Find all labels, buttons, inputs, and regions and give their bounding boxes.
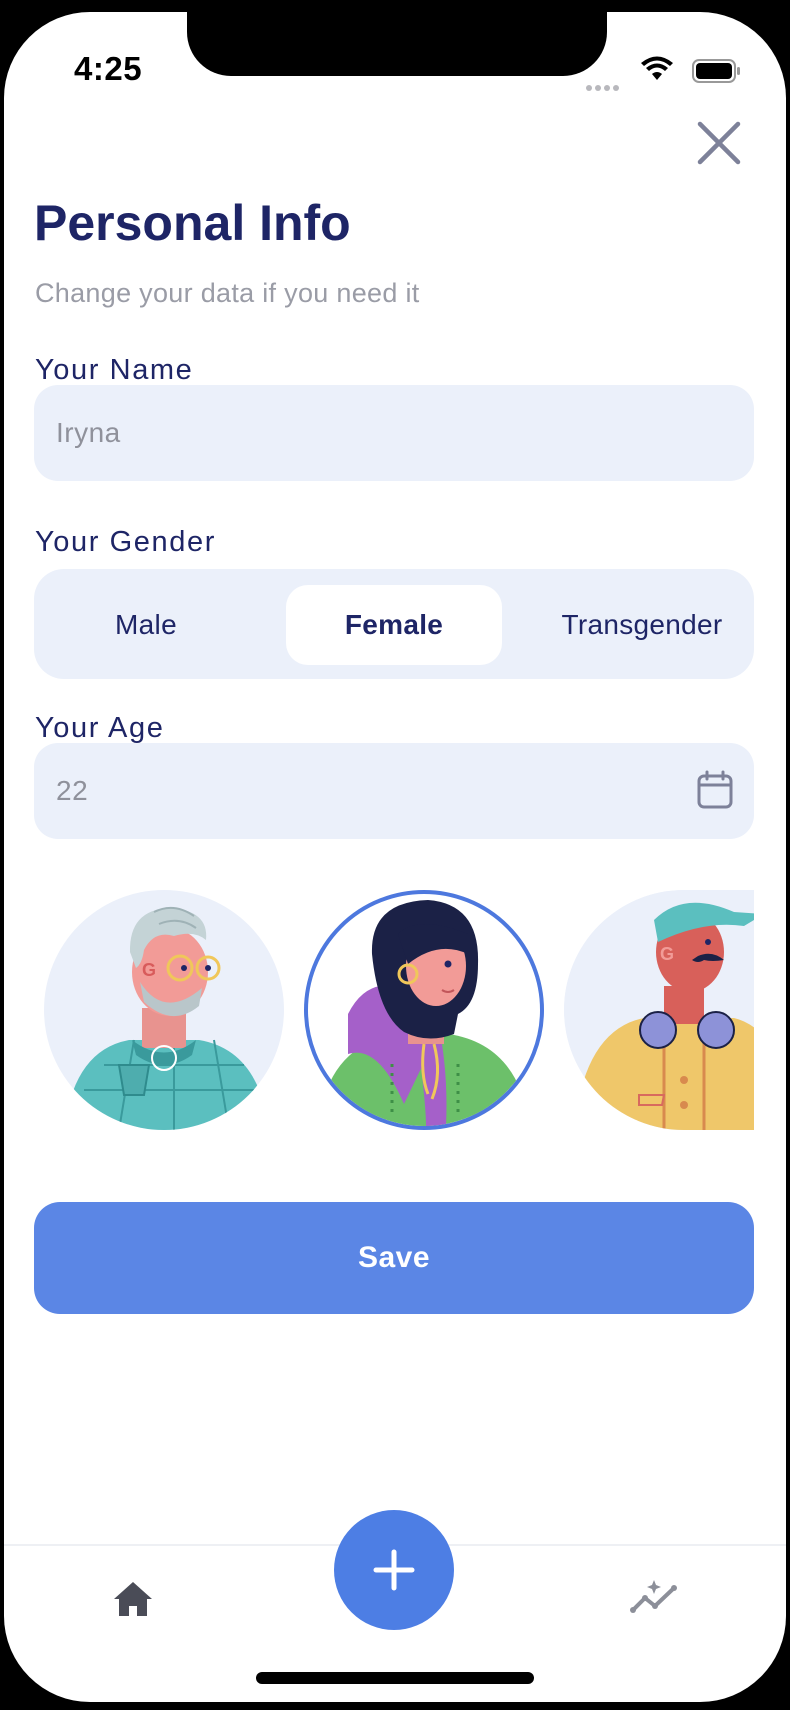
home-indicator[interactable] [256,1672,534,1684]
close-icon [697,121,741,165]
gender-label: Your Gender [35,526,216,558]
home-icon[interactable] [112,1580,154,1618]
screen: 4:25 Personal Info Change your data if y… [4,12,786,1702]
page-title: Personal Info [34,195,351,251]
age-label: Your Age [35,712,165,744]
name-label: Your Name [35,354,194,386]
svg-text:G: G [660,944,674,964]
add-button[interactable] [334,1510,454,1630]
calendar-icon[interactable] [696,770,734,810]
avatar-man-cap[interactable]: G [564,890,754,1130]
woman-illustration [318,900,530,1126]
name-input[interactable]: Iryna [34,385,754,481]
svg-text:G: G [142,960,156,980]
gender-option-male[interactable]: Male [38,585,254,665]
man-cap-illustration: G [564,890,754,1130]
age-input[interactable]: 22 [34,743,754,839]
stats-icon[interactable] [630,1576,680,1616]
avatar-woman[interactable] [304,890,544,1130]
add-icon [373,1549,415,1591]
status-time: 4:25 [74,50,143,87]
gender-option-transgender[interactable]: Transgender [530,585,754,665]
close-button[interactable] [694,118,744,168]
age-value: 22 [56,775,89,806]
avatar-old-man[interactable]: G [44,890,284,1130]
battery-icon [692,59,740,83]
device-notch [187,12,607,76]
page-subtitle: Change your data if you need it [35,278,420,308]
name-value: Iryna [56,417,121,448]
old-man-illustration: G [64,906,269,1130]
signal-dots-icon [586,78,622,91]
gender-option-female[interactable]: Female [286,585,502,665]
wifi-icon [641,56,673,80]
gender-selector: Male Female Transgender [34,569,754,679]
save-button[interactable]: Save [34,1202,754,1314]
